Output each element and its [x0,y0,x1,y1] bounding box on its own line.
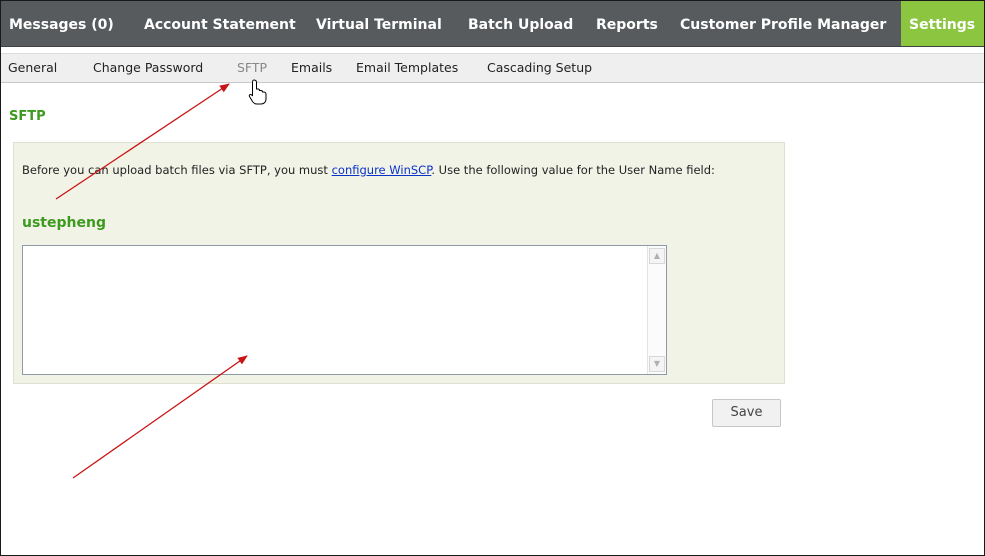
instructions-text-after: . Use the following value for the User N… [431,163,715,177]
settings-subnav: General Change Password SFTP Emails Emai… [1,53,984,83]
tab-emails[interactable]: Emails [291,54,332,82]
tab-sftp[interactable]: SFTP [237,54,267,82]
sftp-username: ustepheng [22,215,106,231]
nav-reports[interactable]: Reports [596,1,658,46]
tab-general[interactable]: General [8,54,57,82]
save-button[interactable]: Save [712,399,781,427]
nav-customer-profile-manager[interactable]: Customer Profile Manager [680,1,886,46]
scroll-up-arrow-icon[interactable]: ▲ [649,248,665,264]
nav-settings[interactable]: Settings [901,1,984,46]
sftp-panel: Before you can upload batch files via SF… [13,142,785,384]
hand-pointer-icon [248,79,267,105]
app-frame: Messages (0) Account Statement Virtual T… [0,0,985,556]
instructions-text-before: Before you can upload batch files via SF… [22,163,332,177]
sftp-key-textarea-container: ▲ ▼ [22,245,667,375]
page-title: SFTP [9,109,46,124]
nav-account-statement[interactable]: Account Statement [144,1,296,46]
tab-change-password[interactable]: Change Password [93,54,203,82]
sftp-key-textarea[interactable] [23,246,647,374]
top-navigation: Messages (0) Account Statement Virtual T… [1,1,984,47]
textarea-scrollbar[interactable]: ▲ ▼ [647,246,666,374]
tab-email-templates[interactable]: Email Templates [356,54,458,82]
tab-cascading-setup[interactable]: Cascading Setup [487,54,592,82]
sftp-instructions: Before you can upload batch files via SF… [22,163,762,177]
nav-messages[interactable]: Messages (0) [9,1,114,46]
scroll-down-arrow-icon[interactable]: ▼ [649,356,665,372]
nav-virtual-terminal[interactable]: Virtual Terminal [316,1,442,46]
nav-batch-upload[interactable]: Batch Upload [468,1,573,46]
configure-winscp-link[interactable]: configure WinSCP [332,163,432,177]
